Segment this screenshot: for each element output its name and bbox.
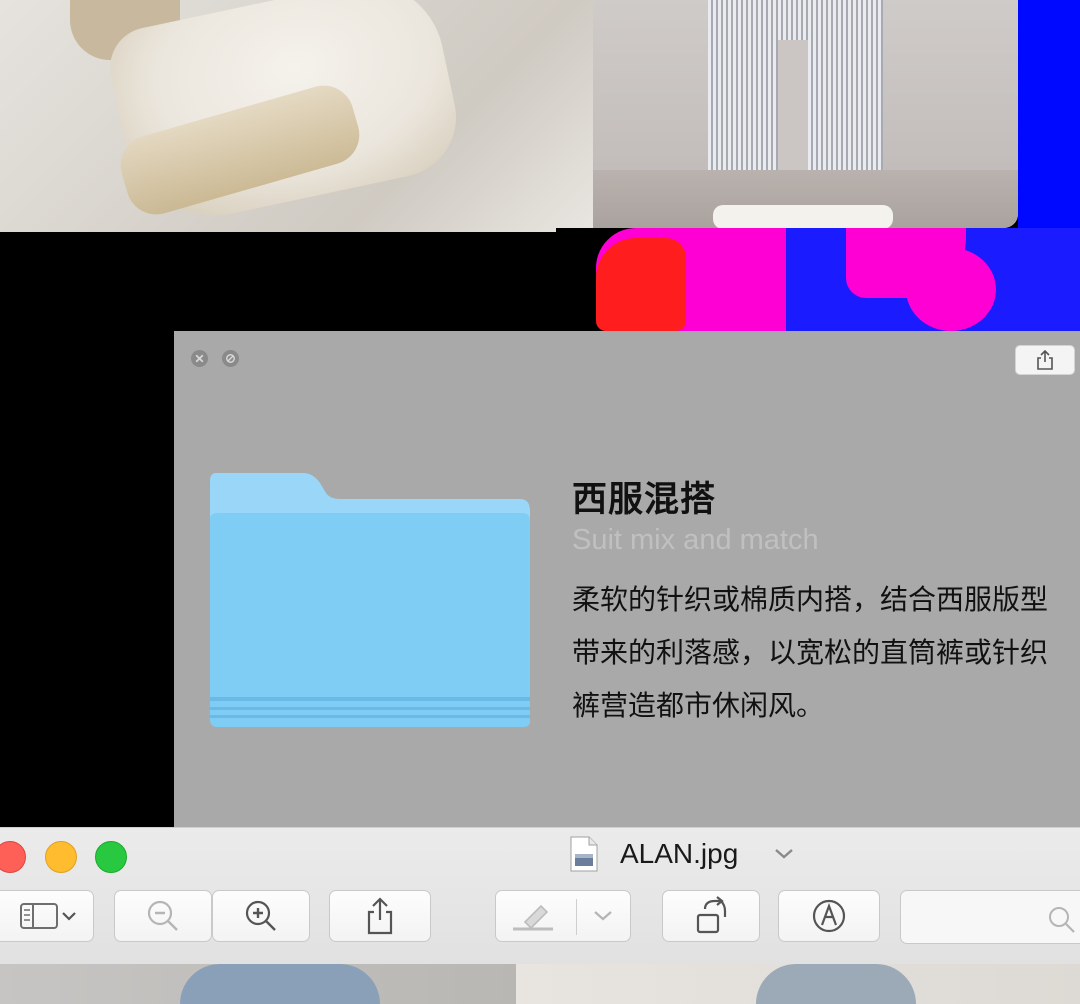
- window-minimize-button[interactable]: [45, 841, 77, 873]
- zoom-out-button[interactable]: [114, 890, 212, 942]
- toolbar-share-button[interactable]: [329, 890, 431, 942]
- panel-subtitle: Suit mix and match: [572, 524, 819, 556]
- share-button[interactable]: [1015, 345, 1075, 375]
- share-icon: [1037, 350, 1053, 370]
- rotate-button[interactable]: [662, 890, 760, 942]
- search-icon: [1049, 907, 1075, 933]
- sidebar-toggle-button[interactable]: [0, 890, 94, 942]
- jpg-file-icon: [570, 836, 598, 872]
- sidebar-icon: [20, 903, 76, 929]
- panel-description: 柔软的针织或棉质内搭，结合西服版型带来的利落感，以宽松的直筒裤或针织裤营造都市休…: [572, 583, 1049, 722]
- photo-boots: [0, 0, 593, 232]
- folder-icon: [210, 473, 530, 727]
- chevron-down-icon[interactable]: [772, 846, 796, 862]
- photo-pleated-pants: [593, 0, 1018, 228]
- zoom-out-icon: [147, 900, 178, 931]
- annotate-button[interactable]: [778, 890, 880, 942]
- window-close-button[interactable]: [0, 841, 26, 873]
- window-maximize-button[interactable]: [95, 841, 127, 873]
- share-icon: [367, 897, 393, 935]
- fullscreen-icon[interactable]: [222, 350, 239, 367]
- panel-title: 西服混搭: [572, 480, 717, 520]
- rotate-icon: [696, 896, 727, 934]
- chevron-down-icon: [594, 911, 612, 921]
- glitch-artwork: [556, 228, 1080, 331]
- document-title[interactable]: ALAN.jpg: [620, 838, 738, 870]
- zoom-in-button[interactable]: [212, 890, 310, 942]
- pen-icon: [513, 904, 553, 931]
- quicklook-panel: 西服混搭 Suit mix and match 柔软的针织或棉质内搭，结合西服版…: [174, 331, 1080, 827]
- close-icon[interactable]: [191, 350, 208, 367]
- photo-bottom-right: [516, 964, 1080, 1004]
- zoom-in-icon: [245, 900, 276, 931]
- photo-bottom-left: [0, 964, 516, 1004]
- search-input[interactable]: [900, 890, 1080, 944]
- markup-pen-button[interactable]: [495, 890, 631, 942]
- preview-window: ALAN.jpg: [0, 827, 1080, 966]
- markup-icon: [812, 899, 846, 933]
